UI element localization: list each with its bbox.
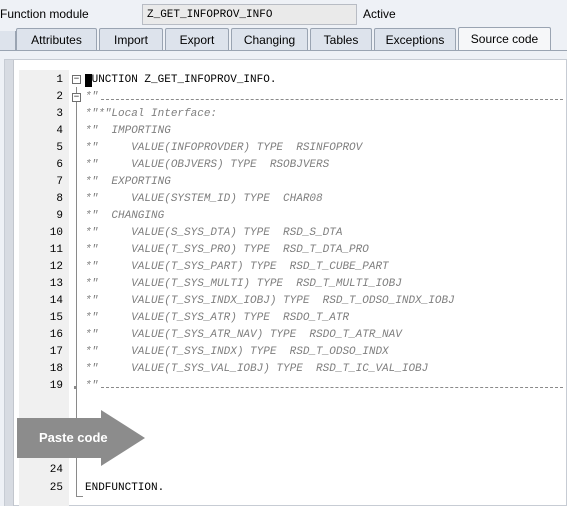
line-number: 4 xyxy=(56,125,63,137)
line-text: *" VALUE(SYSTEM_ID) TYPE CHAR08 xyxy=(85,193,323,205)
paste-code-callout: Paste code xyxy=(17,410,145,466)
line-text: *" CHANGING xyxy=(85,210,165,222)
code-line[interactable]: 16 *" VALUE(T_SYS_ATR_NAV) TYPE RSDO_T_A… xyxy=(5,327,567,344)
code-line[interactable]: 10 *" VALUE(S_SYS_DTA) TYPE RSD_S_DTA xyxy=(5,225,567,242)
line-text: *" VALUE(T_SYS_VAL_IOBJ) TYPE RSD_T_IC_V… xyxy=(85,363,429,375)
code-line[interactable]: 2 *" xyxy=(5,89,567,106)
line-text: *" VALUE(T_SYS_ATR_NAV) TYPE RSDO_T_ATR_… xyxy=(85,329,402,341)
code-line[interactable]: 7 *" EXPORTING xyxy=(5,174,567,191)
line-text: *" VALUE(T_SYS_MULTI) TYPE RSD_T_MULTI_I… xyxy=(85,278,402,290)
line-text: *" VALUE(T_SYS_PRO) TYPE RSD_T_DTA_PRO xyxy=(85,244,369,256)
line-number: 5 xyxy=(56,142,63,154)
line-number: 15 xyxy=(49,312,63,324)
tab-import[interactable]: Import xyxy=(99,28,163,50)
code-line[interactable]: 8 *" VALUE(SYSTEM_ID) TYPE CHAR08 xyxy=(5,191,567,208)
code-line[interactable]: 3 *"*"Local Interface: xyxy=(5,106,567,123)
code-line[interactable]: 5 *" VALUE(INFOPROVDER) TYPE RSINFOPROV xyxy=(5,140,567,157)
header-bar: Function module Z_GET_INFOPROV_INFO Acti… xyxy=(0,0,567,30)
line-text: *" xyxy=(85,380,99,392)
tab-tables[interactable]: Tables xyxy=(310,28,372,50)
line-number: 16 xyxy=(49,329,63,341)
tab-source-code[interactable]: Source code xyxy=(458,27,551,51)
line-text: *" VALUE(S_SYS_DTA) TYPE RSD_S_DTA xyxy=(85,227,343,239)
function-module-label: Function module xyxy=(0,7,89,21)
line-text: *" VALUE(T_SYS_PART) TYPE RSD_T_CUBE_PAR… xyxy=(85,261,389,273)
line-text: *" VALUE(T_SYS_INDX_IOBJ) TYPE RSD_T_ODS… xyxy=(85,295,455,307)
line-text: *" xyxy=(85,91,99,103)
line-number: 7 xyxy=(56,176,63,188)
code-line[interactable]: 14 *" VALUE(T_SYS_INDX_IOBJ) TYPE RSD_T_… xyxy=(5,293,567,310)
line-text: *" EXPORTING xyxy=(85,176,171,188)
line-number: 13 xyxy=(49,278,63,290)
paste-code-label: Paste code xyxy=(39,430,108,445)
tab-baseline xyxy=(0,50,567,51)
status-text: Active xyxy=(363,7,396,21)
line-text: *" VALUE(INFOPROVDER) TYPE RSINFOPROV xyxy=(85,142,363,154)
line-text: FUNCTION Z_GET_INFOPROV_INFO. xyxy=(85,74,277,86)
line-number: 6 xyxy=(56,159,63,171)
line-number: 25 xyxy=(49,482,63,494)
line-number: 18 xyxy=(49,363,63,375)
tab-export[interactable]: Export xyxy=(165,28,229,50)
code-line[interactable]: 17 *" VALUE(T_SYS_INDX) TYPE RSD_T_ODSO_… xyxy=(5,344,567,361)
code-line[interactable]: 15 *" VALUE(T_SYS_ATR) TYPE RSDO_T_ATR xyxy=(5,310,567,327)
line-number: 11 xyxy=(49,244,63,256)
line-number: 3 xyxy=(56,108,63,120)
line-number: 17 xyxy=(49,346,63,358)
tab-strip: Attributes Import Export Changing Tables… xyxy=(0,27,567,51)
line-text: *" VALUE(T_SYS_ATR) TYPE RSDO_T_ATR xyxy=(85,312,350,324)
code-line[interactable]: 6 *" VALUE(OBJVERS) TYPE RSOBJVERS xyxy=(5,157,567,174)
line-number: 9 xyxy=(56,210,63,222)
line-number: 14 xyxy=(49,295,63,307)
line-text: *"*"Local Interface: xyxy=(85,108,218,120)
line-number: 12 xyxy=(49,261,63,273)
line-number: 10 xyxy=(49,227,63,239)
line-number: 2 xyxy=(56,91,63,103)
line-number: 19 xyxy=(49,380,63,392)
code-line[interactable]: 13 *" VALUE(T_SYS_MULTI) TYPE RSD_T_MULT… xyxy=(5,276,567,293)
line-text: *" IMPORTING xyxy=(85,125,171,137)
tab-attributes[interactable]: Attributes xyxy=(16,28,97,50)
text-cursor xyxy=(85,74,92,87)
code-line[interactable]: 11 *" VALUE(T_SYS_PRO) TYPE RSD_T_DTA_PR… xyxy=(5,242,567,259)
function-module-field[interactable]: Z_GET_INFOPROV_INFO xyxy=(142,4,357,25)
code-line[interactable]: 18 *" VALUE(T_SYS_VAL_IOBJ) TYPE RSD_T_I… xyxy=(5,361,567,378)
line-number: 1 xyxy=(56,74,63,86)
line-text: ENDFUNCTION. xyxy=(85,482,165,494)
tab-exceptions[interactable]: Exceptions xyxy=(374,28,456,50)
tab-changing[interactable]: Changing xyxy=(231,28,308,50)
line-text: *" VALUE(T_SYS_INDX) TYPE RSD_T_ODSO_IND… xyxy=(85,346,389,358)
line-text: *" VALUE(OBJVERS) TYPE RSOBJVERS xyxy=(85,159,330,171)
code-line[interactable]: 12 *" VALUE(T_SYS_PART) TYPE RSD_T_CUBE_… xyxy=(5,259,567,276)
code-line[interactable]: 9 *" CHANGING xyxy=(5,208,567,225)
code-line[interactable]: 4 *" IMPORTING xyxy=(5,123,567,140)
code-line[interactable]: 25 ENDFUNCTION. xyxy=(5,480,567,497)
code-line[interactable]: 19 *" xyxy=(5,378,567,395)
line-number: 8 xyxy=(56,193,63,205)
